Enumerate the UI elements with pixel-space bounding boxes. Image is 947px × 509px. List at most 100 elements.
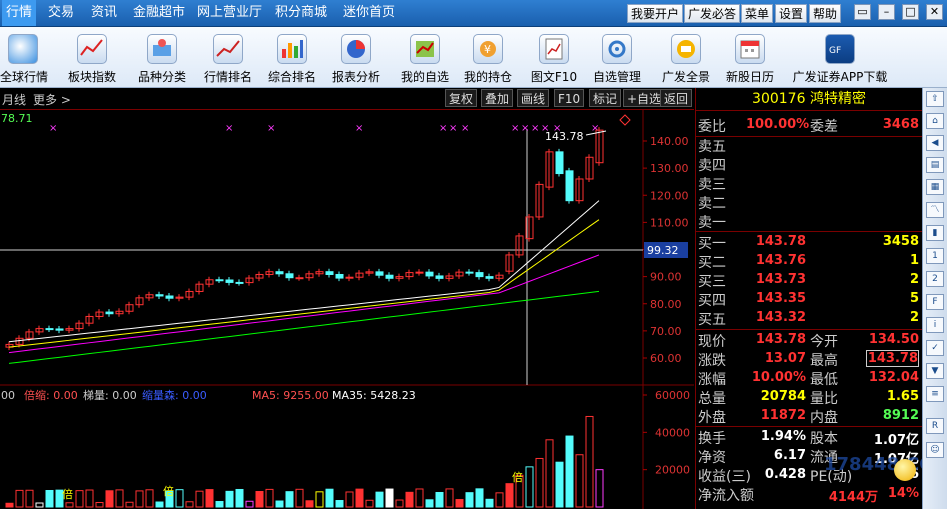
toolbar-watchlist-manage[interactable]: 自选管理: [589, 31, 645, 87]
more-link[interactable]: 更多 >: [33, 91, 71, 108]
arrow-up-left-icon[interactable]: ⇧: [926, 91, 944, 107]
volume-bar: [125, 501, 134, 508]
toolbar-my-positions[interactable]: ¥ 我的持仓: [461, 31, 515, 87]
volume-bar: [335, 500, 344, 508]
mark-button[interactable]: 标记: [589, 89, 622, 107]
menu-button[interactable]: 菜单: [741, 4, 774, 23]
toolbar-f10[interactable]: 图文F10: [527, 31, 581, 87]
volume-bar: [385, 488, 394, 508]
toolbar-global-quotes[interactable]: 全球行情: [0, 31, 48, 87]
toolbar-ranking[interactable]: 行情排名: [201, 31, 255, 87]
volume-bar: [35, 502, 44, 508]
stat-value-outer: 11872: [760, 408, 806, 423]
menu-item-points-mall[interactable]: 积分商城: [275, 0, 327, 26]
stat-label-price: 现价: [698, 334, 726, 350]
kline-icon[interactable]: ▮: [926, 225, 944, 241]
overlay-button[interactable]: 叠加: [481, 89, 514, 107]
add-watchlist-button[interactable]: +自选: [623, 89, 666, 107]
menu-item-mini-home[interactable]: 迷你首页: [343, 0, 395, 26]
restore-icon[interactable]: ▭: [854, 4, 871, 20]
arrow-down-icon[interactable]: ▼: [926, 363, 944, 379]
toolbar-my-watchlist[interactable]: 我的自选: [398, 31, 452, 87]
event-markers: × × × × × × × × × × × × ×: [49, 123, 599, 134]
volume-bar: [205, 489, 214, 508]
kline-chart[interactable]: 78.71 × × × × × × × × × × × × × 143.78 140.00 130.00 1…: [0, 109, 694, 509]
volume-bar: [285, 491, 294, 508]
toolbar-ipo-calendar[interactable]: 新股日历: [722, 31, 778, 87]
stat-label-eps: 收益(三): [698, 469, 751, 485]
volume-label-suoliang: 缩量森: 0.00: [142, 388, 207, 402]
draw-line-button[interactable]: 画线: [517, 89, 550, 107]
volume-bar: [75, 490, 84, 508]
volume-bar: [15, 489, 24, 508]
menu-item-news[interactable]: 资讯: [91, 0, 117, 26]
toolbar-category[interactable]: 品种分类: [135, 31, 189, 87]
adjust-button[interactable]: 复权: [445, 89, 478, 107]
candle-body: [335, 273, 344, 279]
positions-icon: ¥: [473, 34, 503, 64]
volume-bar: [455, 499, 464, 508]
buy-label-2: 买二: [698, 255, 726, 271]
num2-icon[interactable]: 2: [926, 271, 944, 287]
buy-vol-1: 3458: [882, 234, 919, 249]
tick-icon[interactable]: ✓: [926, 340, 944, 356]
stat-value-high: 143.78: [866, 350, 919, 367]
candle-body: [425, 271, 434, 277]
info-icon[interactable]: i: [926, 317, 944, 333]
buy-vol-4: 5: [909, 291, 919, 306]
weicha-value: 3468: [882, 117, 919, 132]
candle-body: [485, 276, 494, 279]
menu-item-finance-market[interactable]: 金融超市: [133, 0, 185, 26]
stat-label-netasset: 净资: [698, 450, 726, 466]
event-marker: ×: [355, 123, 363, 134]
period-label[interactable]: 月线: [2, 91, 26, 108]
help-button[interactable]: 帮助: [809, 4, 842, 23]
f10-icon[interactable]: F: [926, 294, 944, 310]
crosshair-value: 99.32: [647, 244, 679, 257]
volume-bar: [65, 502, 74, 508]
globe-icon: [8, 34, 38, 64]
candle-body: [475, 272, 484, 278]
stat-value-shares: 1.07亿: [873, 433, 919, 448]
menu-item-hangqing[interactable]: 行情: [2, 0, 37, 26]
minimize-icon[interactable]: –: [878, 4, 895, 20]
volume-bar: [485, 498, 494, 508]
table-icon[interactable]: ▤: [926, 157, 944, 173]
toolbar-gf-panorama[interactable]: 广发全景: [658, 31, 714, 87]
buy-vol-3: 2: [909, 272, 919, 287]
candle-body: [285, 273, 294, 279]
stock-title: 300176 鸿特精密: [696, 88, 922, 111]
toolbar-composite-ranking[interactable]: 综合排名: [265, 31, 319, 87]
menu-item-online-hall[interactable]: 网上营业厅: [197, 0, 262, 26]
menu-item-trade[interactable]: 交易: [48, 0, 74, 26]
num1-icon[interactable]: 1: [926, 248, 944, 264]
back-button[interactable]: 返回: [660, 89, 693, 107]
f10-button[interactable]: F10: [554, 89, 585, 107]
arrow-left-icon[interactable]: ◀: [926, 135, 944, 151]
volume-bar: [25, 489, 34, 508]
volume-bar: [215, 501, 224, 508]
maximize-icon[interactable]: □: [902, 4, 919, 20]
open-account-button[interactable]: 我要开户: [627, 4, 684, 23]
settings-button[interactable]: 设置: [775, 4, 808, 23]
gf-answer-button[interactable]: 广发必答: [684, 4, 741, 23]
smile-face-icon[interactable]: [894, 459, 916, 481]
home-icon[interactable]: ⌂: [926, 113, 944, 129]
smile-icon[interactable]: ☺: [926, 442, 944, 458]
rsi-icon[interactable]: R: [926, 418, 944, 434]
toolbar-sector-index[interactable]: 板块指数: [66, 31, 118, 87]
trend-chart-icon: [213, 34, 243, 64]
volume-bar: [365, 499, 374, 508]
event-marker: ×: [449, 123, 457, 134]
volume-bar: [235, 488, 244, 508]
toolbar-report-analysis[interactable]: 报表分析: [329, 31, 383, 87]
price-tick-label: 90.00: [650, 271, 682, 284]
volume-bar: [345, 491, 354, 508]
list-icon[interactable]: ≡: [926, 386, 944, 402]
line-chart-icon[interactable]: 〽: [926, 202, 944, 218]
volume-bar: [415, 488, 424, 508]
toolbar-app-download[interactable]: GF 广发证券APP下载: [792, 31, 888, 87]
close-icon[interactable]: ✕: [926, 4, 943, 20]
sell-label-1: 卖一: [698, 215, 726, 231]
grid-icon[interactable]: ▦: [926, 179, 944, 195]
